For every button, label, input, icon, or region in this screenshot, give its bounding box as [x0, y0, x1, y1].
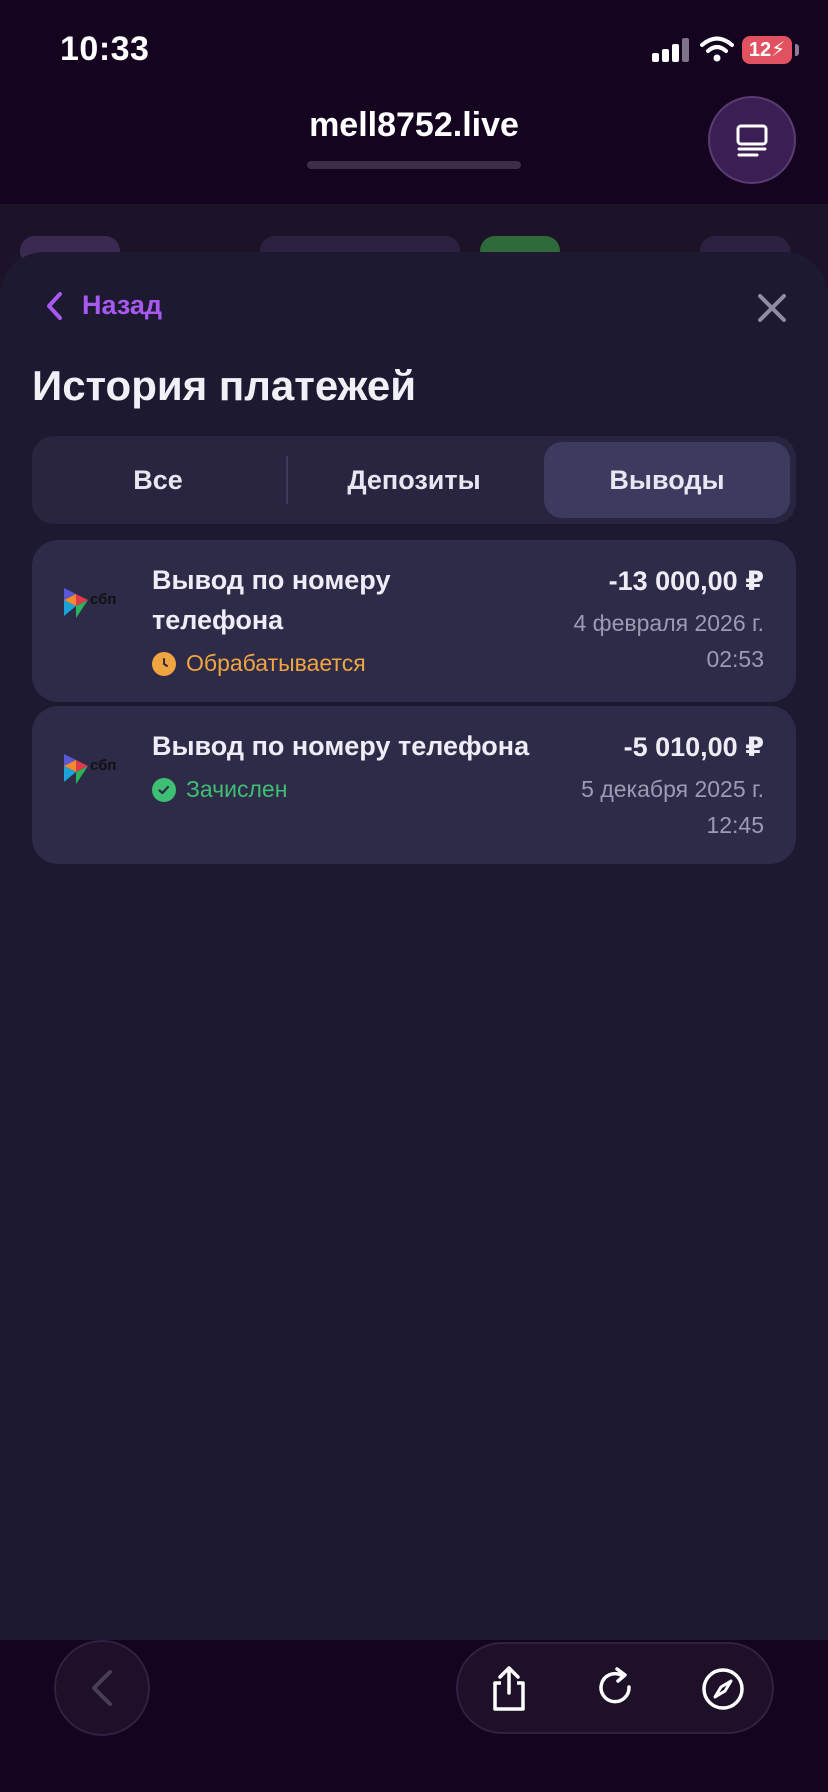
transaction-row[interactable]: сбп Вывод по номеру телефона Обрабатывае…: [32, 540, 796, 702]
reload-icon: [599, 1667, 631, 1704]
back-label: Назад: [82, 290, 163, 320]
signal-icon: [652, 38, 692, 62]
status-text: Зачислен: [186, 776, 288, 802]
chevron-left-icon: [47, 291, 62, 320]
browser-tabs-button[interactable]: [708, 96, 796, 184]
tab-all[interactable]: Все: [38, 442, 278, 518]
transaction-time: 12:45: [706, 812, 764, 838]
transaction-date: 5 декабря 2025 г.: [581, 776, 764, 802]
browser-toolbar: [0, 1640, 828, 1792]
sbp-logo-mark: сбп: [64, 754, 116, 784]
sbp-logo-text: сбп: [90, 591, 116, 608]
sbp-logo-icon: сбп: [62, 750, 126, 790]
clock-icon: [152, 651, 176, 676]
share-button[interactable]: [484, 1664, 534, 1714]
share-icon: [493, 1666, 525, 1711]
transaction-row[interactable]: сбп Вывод по номеру телефона Зачислен -5…: [32, 706, 796, 864]
transaction-time: 02:53: [706, 646, 764, 672]
back-button[interactable]: Назад: [44, 290, 162, 321]
transaction-date: 4 февраля 2026 г.: [573, 610, 765, 636]
status-badge: Зачислен: [152, 776, 287, 803]
status-text: Обрабатывается: [186, 650, 366, 676]
screen: 10:33 12⚡ mell8752.live Назад История пл…: [0, 0, 828, 1792]
transaction-amount: -13 000,00 ₽: [608, 566, 764, 596]
browser-url[interactable]: mell8752.live: [0, 106, 828, 145]
payment-history-sheet: Назад История платежей Все Депозиты Выво…: [0, 252, 828, 1640]
reload-button[interactable]: [592, 1664, 642, 1714]
check-icon: [152, 777, 176, 802]
filter-tabs: Все Депозиты Выводы: [32, 436, 796, 524]
tabs-icon: [736, 124, 768, 157]
compass-icon: [702, 1668, 744, 1710]
transaction-title: Вывод по номеру телефона: [152, 565, 391, 635]
wifi-icon: [700, 36, 734, 62]
compass-button[interactable]: [698, 1664, 748, 1714]
sbp-logo-icon: сбп: [62, 584, 126, 624]
tab-deposits[interactable]: Депозиты: [294, 442, 534, 518]
tab-withdrawals[interactable]: Выводы: [544, 442, 790, 518]
status-badge: Обрабатывается: [152, 650, 366, 677]
status-time: 10:33: [60, 30, 150, 68]
battery-icon: 12⚡: [742, 36, 792, 64]
browser-actions: [456, 1642, 774, 1734]
sbp-logo-mark: сбп: [64, 588, 116, 618]
page-title: История платежей: [32, 362, 417, 409]
url-progress-bar: [307, 161, 521, 169]
transaction-amount: -5 010,00 ₽: [623, 732, 764, 762]
status-bar: 10:33 12⚡: [0, 0, 828, 96]
transaction-title: Вывод по номеру телефона: [152, 731, 530, 761]
browser-back-button[interactable]: [54, 1640, 150, 1736]
battery-level: 12: [748, 39, 772, 61]
sbp-logo-text: сбп: [90, 757, 116, 774]
battery-cap: [795, 44, 799, 56]
close-icon[interactable]: [754, 290, 790, 326]
chevron-left-icon: [92, 1670, 112, 1706]
tab-divider: [286, 456, 288, 504]
